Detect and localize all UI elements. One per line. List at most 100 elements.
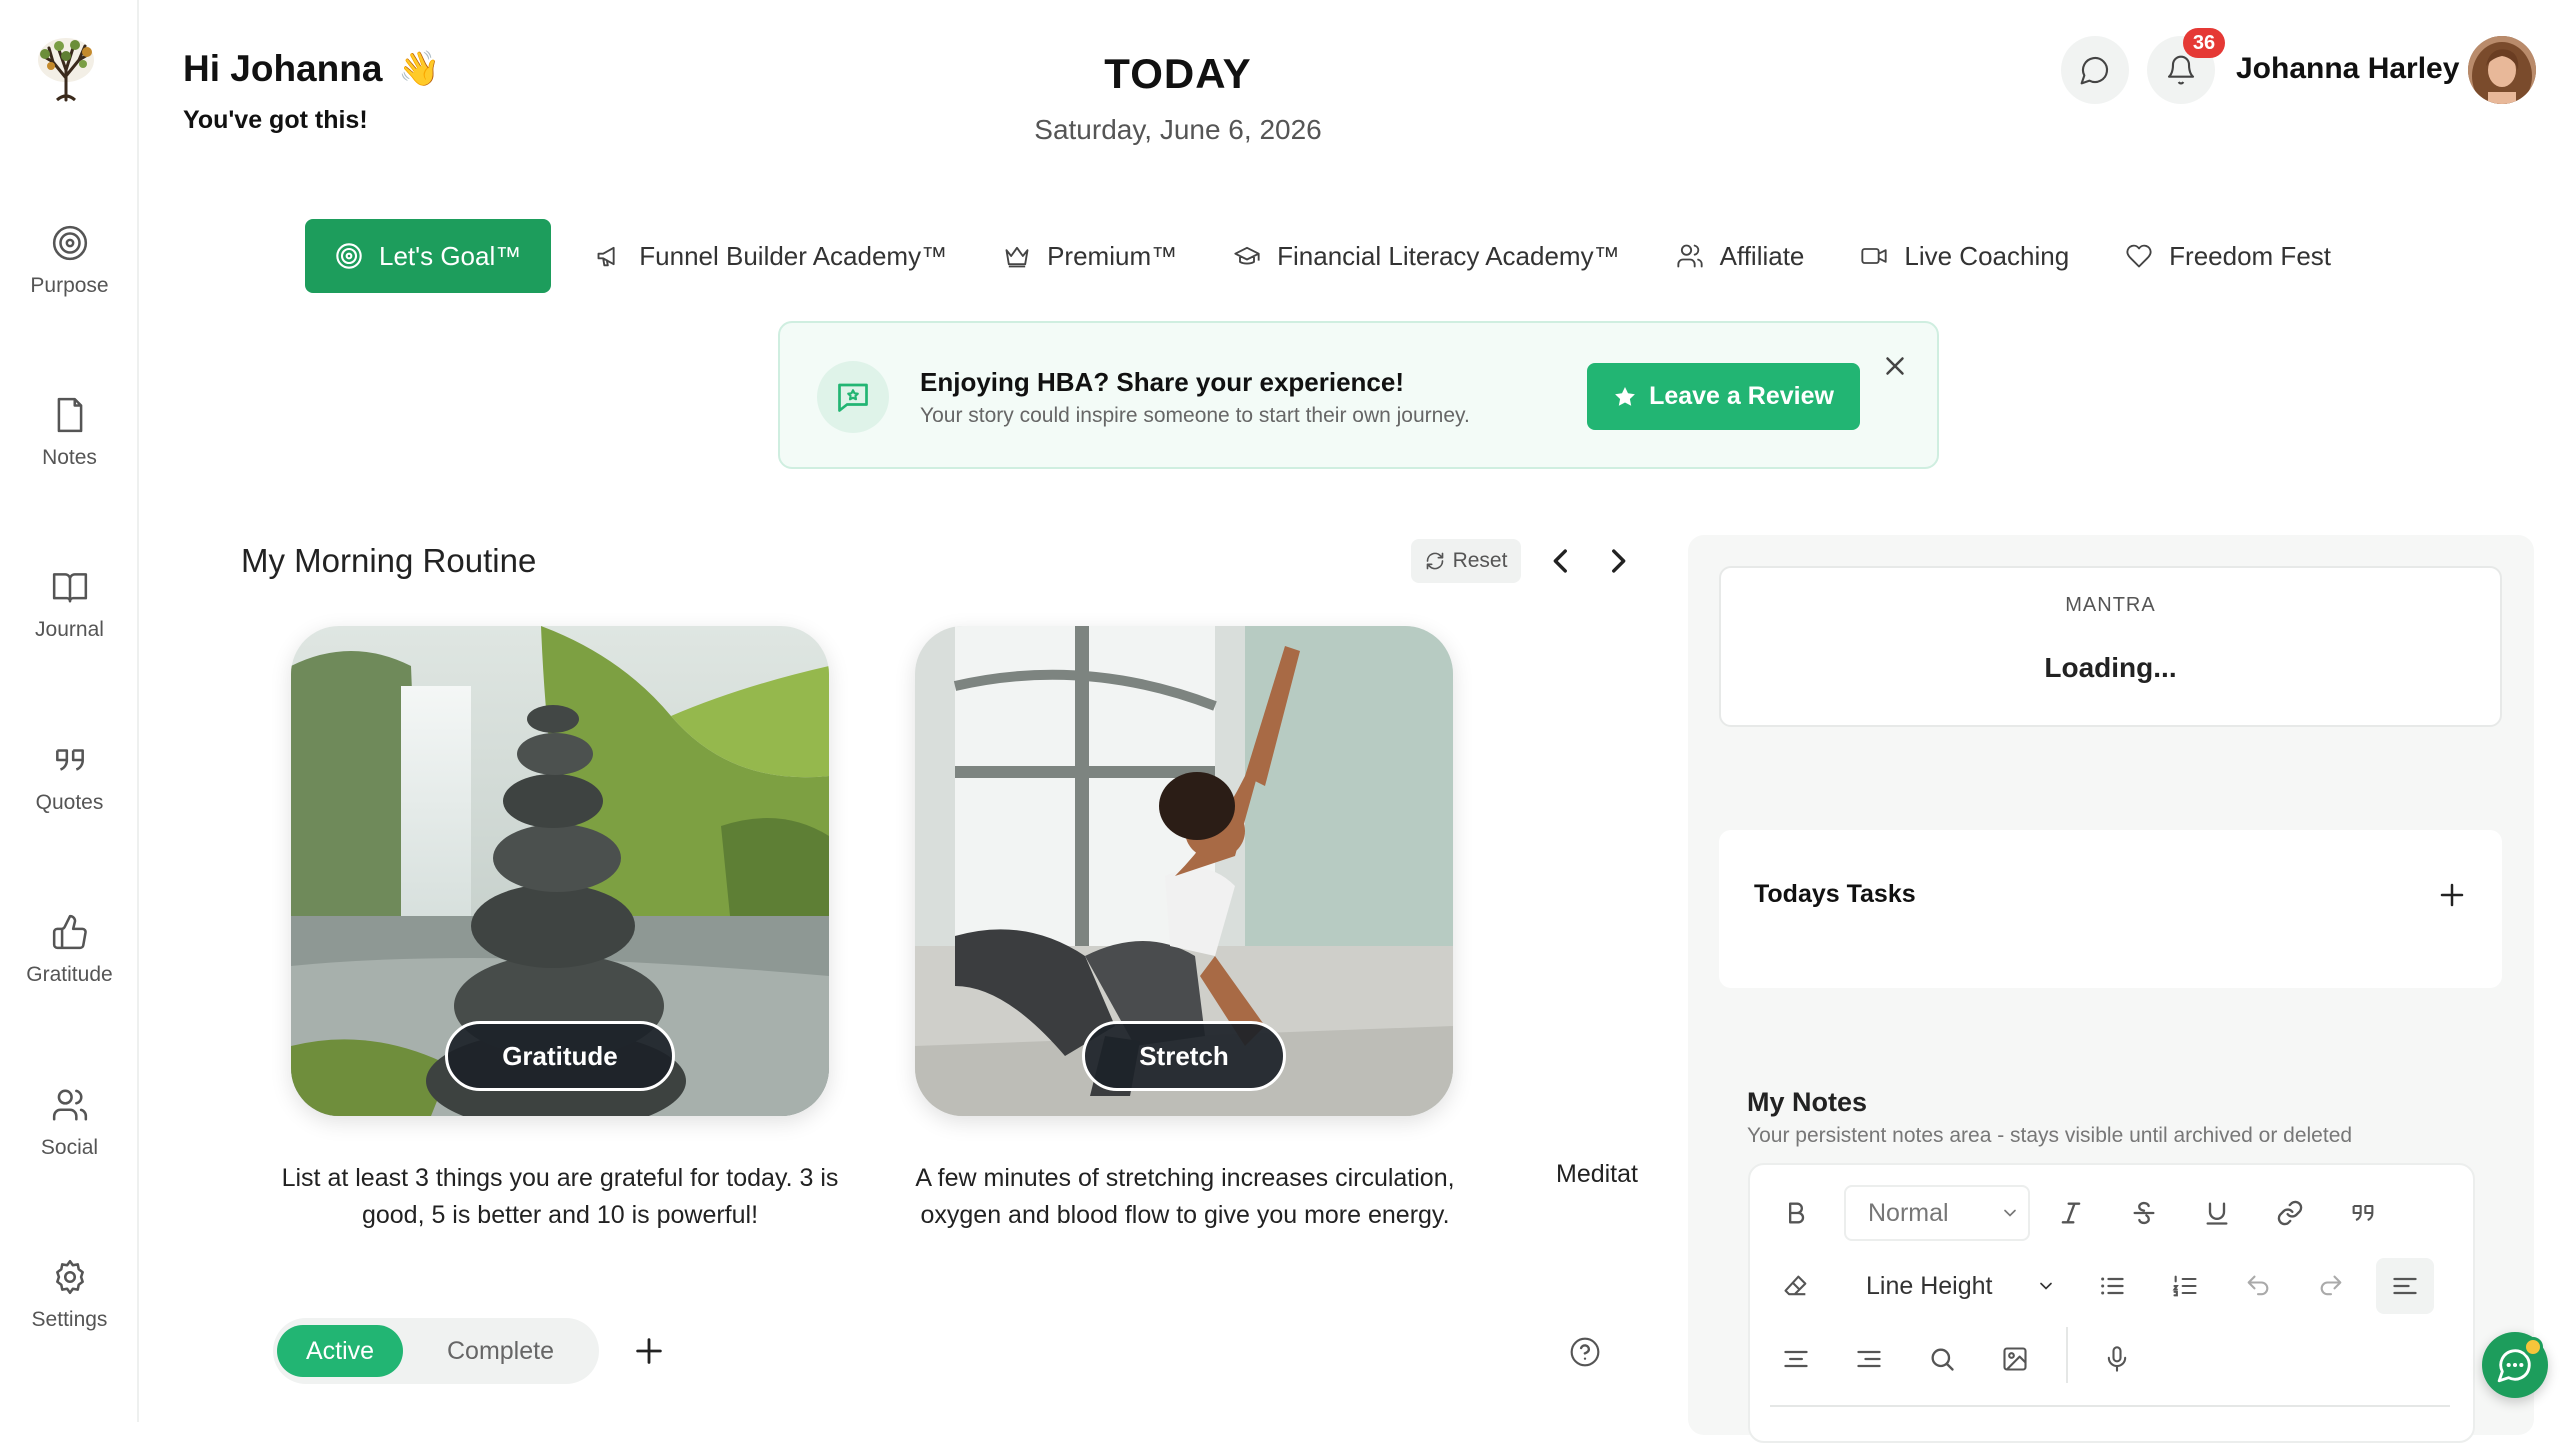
bullet-list-icon	[2101, 1277, 2124, 1295]
tab-label: Financial Literacy Academy™	[1277, 240, 1620, 271]
underline-button[interactable]	[2193, 1189, 2241, 1237]
align-center-button[interactable]	[1772, 1335, 1820, 1383]
greeting-text: Hi Johanna	[183, 48, 383, 89]
sidebar: Purpose Notes Journal Quotes Gratitude S…	[0, 0, 139, 1422]
chevron-right-icon	[1612, 549, 1626, 573]
align-right-button[interactable]	[1845, 1335, 1893, 1383]
tab-live-coaching[interactable]: Live Coaching	[1832, 219, 2097, 293]
link-button[interactable]	[2266, 1189, 2314, 1237]
numbered-list-icon	[2172, 1275, 2197, 1297]
sidebar-item-social[interactable]: Social	[0, 1086, 139, 1186]
tab-label: Premium™	[1047, 240, 1178, 271]
align-center-icon	[1784, 1350, 1808, 1368]
line-height-select[interactable]: Line Height	[1844, 1258, 2064, 1314]
tab-affiliate[interactable]: Affiliate	[1648, 219, 1833, 293]
refresh-icon	[1426, 552, 1443, 570]
redo-button[interactable]	[2307, 1262, 2355, 1310]
search-button[interactable]	[1918, 1335, 1966, 1383]
avatar[interactable]	[2468, 36, 2536, 104]
current-date: Saturday, June 6, 2026	[1034, 114, 1322, 145]
stretch-card-description: A few minutes of stretching increases ci…	[915, 1164, 1455, 1229]
tab-label: Let's Goal™	[379, 240, 522, 271]
stretch-card-label[interactable]: Stretch	[1082, 1021, 1286, 1091]
sidebar-item-notes[interactable]: Notes	[0, 396, 139, 496]
eraser-icon	[1784, 1275, 1807, 1296]
chevron-down-icon	[2040, 1282, 2052, 1290]
filter-complete-button[interactable]: Complete	[408, 1325, 593, 1377]
leave-review-button[interactable]: Leave a Review	[1587, 363, 1860, 430]
tab-label: Funnel Builder Academy™	[639, 240, 948, 271]
image-icon	[2003, 1347, 2027, 1371]
close-banner-button[interactable]	[1880, 351, 1910, 381]
users-icon	[52, 1089, 87, 1121]
messages-button[interactable]	[2061, 36, 2129, 104]
voice-input-button[interactable]	[2093, 1335, 2141, 1383]
gratitude-card-label[interactable]: Gratitude	[445, 1021, 675, 1091]
chevron-down-icon	[2004, 1209, 2016, 1217]
chat-status-dot	[2523, 1337, 2543, 1357]
align-left-icon	[2393, 1277, 2417, 1295]
tab-freedom-fest[interactable]: Freedom Fest	[2097, 219, 2359, 293]
sidebar-item-journal[interactable]: Journal	[0, 568, 139, 668]
underline-icon	[2206, 1202, 2228, 1225]
user-name[interactable]: Johanna Harley	[2236, 52, 2459, 86]
tab-funnel-builder-academy[interactable]: Funnel Builder Academy™	[567, 219, 975, 293]
gear-icon	[55, 1259, 84, 1295]
graduation-cap-icon	[1234, 246, 1260, 265]
clear-format-button[interactable]	[1772, 1262, 1820, 1310]
tab-financial-literacy-academy[interactable]: Financial Literacy Academy™	[1205, 219, 1647, 293]
greeting: Hi Johanna 👋	[183, 48, 441, 90]
sidebar-item-label: Settings	[31, 1308, 108, 1331]
sidebar-item-settings[interactable]: Settings	[0, 1258, 139, 1358]
filter-active-button[interactable]: Active	[277, 1325, 403, 1377]
close-icon	[1886, 357, 1904, 375]
italic-button[interactable]	[2047, 1189, 2095, 1237]
reset-label: Reset	[1452, 549, 1508, 572]
banner-title: Enjoying HBA? Share your experience!	[920, 367, 1405, 397]
bold-button[interactable]	[1772, 1189, 1820, 1237]
mantra-value: Loading...	[2044, 652, 2177, 683]
redo-icon	[2320, 1275, 2342, 1296]
numbered-list-button[interactable]	[2161, 1262, 2209, 1310]
sidebar-item-purpose[interactable]: Purpose	[0, 224, 139, 324]
file-icon	[57, 397, 82, 433]
quote-icon	[2352, 1204, 2374, 1221]
previous-card-button[interactable]	[1544, 544, 1578, 578]
notes-subtitle: Your persistent notes area - stays visib…	[1747, 1124, 2353, 1147]
meditate-card-label[interactable]: Meditat	[1556, 1160, 1638, 1189]
leave-review-label: Leave a Review	[1649, 382, 1834, 410]
tab-premium[interactable]: Premium™	[975, 219, 1205, 293]
routine-title: My Morning Routine	[241, 542, 537, 579]
tab-lets-goal[interactable]: Let's Goal™	[305, 219, 552, 293]
help-circle-icon	[1570, 1337, 1600, 1367]
undo-button[interactable]	[2234, 1262, 2282, 1310]
toolbar-divider	[2066, 1327, 2068, 1383]
text-format-select[interactable]: Normal	[1844, 1185, 2030, 1241]
plus-icon	[2440, 883, 2464, 907]
blockquote-button[interactable]	[2339, 1189, 2387, 1237]
star-icon	[1615, 386, 1635, 406]
tab-label: Affiliate	[1719, 240, 1805, 271]
mantra-label: MANTRA	[2065, 594, 2156, 616]
strikethrough-button[interactable]	[2120, 1189, 2168, 1237]
reset-button[interactable]: Reset	[1411, 539, 1521, 583]
notes-title: My Notes	[1747, 1087, 1868, 1117]
page-title: TODAY	[1104, 50, 1252, 97]
insert-image-button[interactable]	[1991, 1335, 2039, 1383]
add-routine-item-button[interactable]	[632, 1334, 666, 1368]
plus-icon	[636, 1338, 662, 1364]
bullet-list-button[interactable]	[2088, 1262, 2136, 1310]
gratitude-card-description: List at least 3 things you are grateful …	[281, 1164, 839, 1229]
help-button[interactable]	[1569, 1336, 1601, 1368]
book-icon	[52, 573, 87, 603]
tree-logo-icon[interactable]	[31, 34, 101, 104]
align-left-button[interactable]	[2376, 1258, 2434, 1314]
task-filter-toggle: Active Complete	[273, 1318, 599, 1384]
sidebar-item-gratitude[interactable]: Gratitude	[0, 913, 139, 1013]
target-icon	[336, 243, 362, 269]
sidebar-item-quotes[interactable]: Quotes	[0, 741, 139, 841]
sidebar-item-label: Quotes	[35, 791, 104, 814]
next-card-button[interactable]	[1601, 544, 1635, 578]
add-task-button[interactable]	[2437, 880, 2467, 910]
sidebar-item-label: Gratitude	[26, 963, 113, 986]
